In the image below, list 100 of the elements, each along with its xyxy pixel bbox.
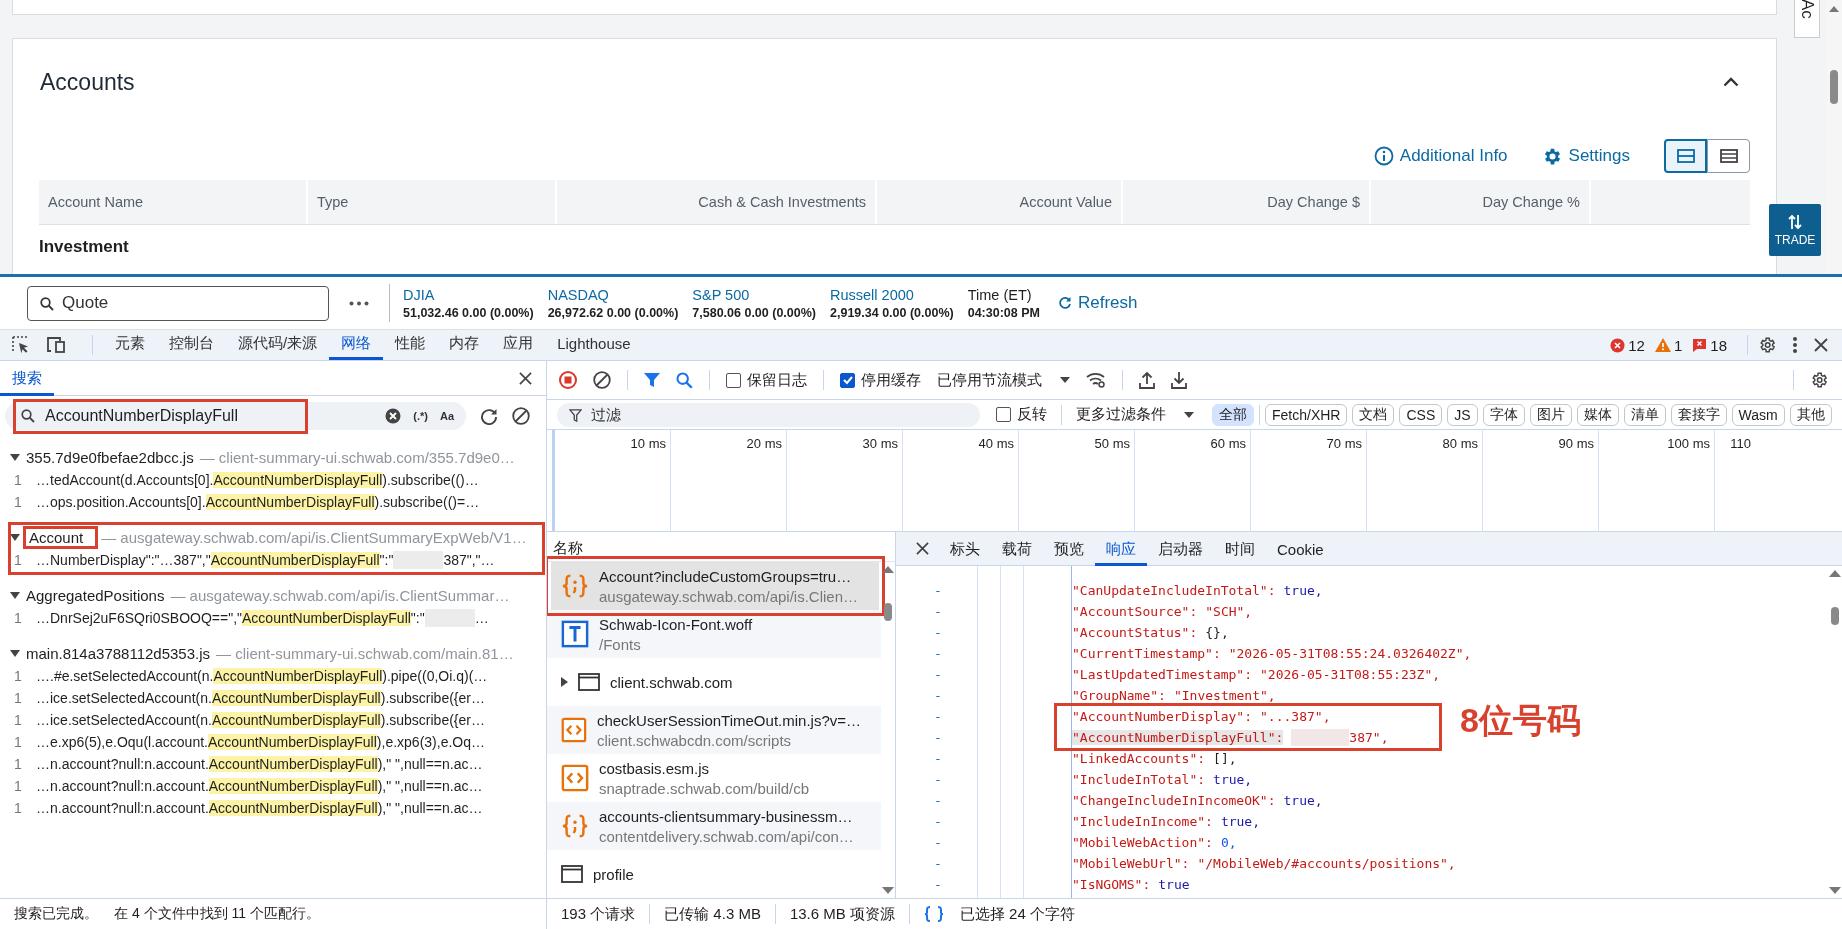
search-match-line[interactable]: 1 …e.xp6(5),e.Oqu(l.account.AccountNumberDisplayFull),e.xp6(3),e.Oq… <box>10 731 543 753</box>
detail-tab[interactable]: 载荷 <box>991 531 1043 566</box>
detail-tab[interactable]: 时间 <box>1214 531 1266 566</box>
close-icon[interactable] <box>1814 338 1828 352</box>
request-row[interactable]: Schwab-Icon-Font.woff /Fonts <box>547 610 881 658</box>
filter-icon[interactable] <box>644 372 660 388</box>
index-link[interactable]: NASDAQ <box>547 286 679 303</box>
type-filter-chip[interactable]: 字体 <box>1482 403 1525 426</box>
type-filter-chip[interactable]: 媒体 <box>1576 403 1619 426</box>
search-icon[interactable] <box>676 371 693 389</box>
more-filters-dropdown[interactable]: 更多过滤条件 <box>1076 405 1194 424</box>
match-case-toggle[interactable]: Aa <box>439 410 454 422</box>
request-row[interactable]: checkUserSessionTimeOut.min.js?v=… client.schwabcdn.com/scripts <box>547 706 881 754</box>
result-file-name[interactable]: Account <box>26 529 96 546</box>
column-header[interactable]: Account Value <box>877 180 1123 224</box>
filter-field[interactable]: 过滤 <box>557 402 980 427</box>
index-link[interactable]: DJIA <box>403 286 534 303</box>
quote-field[interactable]: Quote <box>27 285 329 321</box>
scroll-thumb[interactable] <box>1831 607 1839 625</box>
detail-tab[interactable]: 响应 <box>1095 531 1147 566</box>
refresh-button[interactable]: Refresh <box>1058 293 1138 313</box>
device-toggle-icon[interactable] <box>46 336 66 354</box>
toolbar-link[interactable]: Additional Info <box>1373 146 1508 166</box>
clear-icon[interactable] <box>385 408 402 424</box>
view-toggle[interactable] <box>1664 139 1707 173</box>
devtools-tab[interactable]: 性能 <box>383 330 438 360</box>
devtools-tab[interactable]: 元素 <box>103 330 157 360</box>
result-file-name[interactable]: main.814a3788112d5353.js <box>26 645 211 662</box>
chevron-up-icon[interactable] <box>1723 77 1739 87</box>
type-filter-chip[interactable]: Fetch/XHR <box>1265 403 1348 426</box>
search-match-line[interactable]: 1 …n.account?null:n.account.AccountNumberDisplayFull)," ",null==n.ac… <box>10 775 543 797</box>
type-filter-chip[interactable]: 图片 <box>1529 403 1572 426</box>
search-tab[interactable]: 搜索 <box>0 360 54 396</box>
disable-cache-checkbox[interactable]: 停用缓存 <box>840 370 921 390</box>
settings-icon[interactable] <box>1810 371 1828 389</box>
search-match-line[interactable]: 1 …ops.position.Accounts[0].AccountNumberDisplayFull).subscribe(()=… <box>10 491 543 513</box>
warning-count[interactable]: 1 <box>1654 336 1683 354</box>
block-icon[interactable] <box>512 407 530 425</box>
type-filter-chip[interactable]: 清单 <box>1623 403 1666 426</box>
expand-caret-icon[interactable] <box>10 534 20 541</box>
column-header[interactable]: 名称 <box>553 539 583 558</box>
regex-toggle[interactable]: (.*) <box>413 410 428 422</box>
type-filter-chip[interactable]: CSS <box>1399 403 1443 426</box>
column-header[interactable]: Cash & Cash Investments <box>557 180 877 224</box>
search-match-line[interactable]: 1 …n.account?null:n.account.AccountNumberDisplayFull)," ",null==n.ac… <box>10 797 543 819</box>
type-filter-chip[interactable]: 其他 <box>1789 403 1832 426</box>
devtools-tab[interactable]: 内存 <box>437 330 492 360</box>
trade-button[interactable]: TRADE <box>1769 204 1821 256</box>
scroll-down-icon[interactable] <box>1829 887 1841 894</box>
request-row[interactable]: accounts-clientsummary-businessm… contentdelivery.schwab.com/api/con… <box>547 802 881 850</box>
column-header[interactable]: Type <box>308 180 557 224</box>
refresh-icon[interactable] <box>480 407 498 425</box>
settings-icon[interactable] <box>1758 336 1776 354</box>
devtools-tab[interactable]: 应用 <box>491 330 546 360</box>
column-header[interactable]: Account Name <box>39 180 308 224</box>
expand-caret-icon[interactable] <box>10 650 20 657</box>
type-filter-chip[interactable]: 套接字 <box>1670 403 1727 426</box>
detail-tab[interactable]: 标头 <box>939 531 991 566</box>
index-link[interactable]: Russell 2000 <box>830 286 954 303</box>
type-filter-chip[interactable]: 文档 <box>1352 403 1395 426</box>
search-match-line[interactable]: 1 …tedAccount(d.Accounts[0].AccountNumberDisplayFull).subscribe(()… <box>10 469 543 491</box>
message-count[interactable]: 18 <box>1692 336 1727 354</box>
devtools-tab[interactable]: 网络 <box>329 330 384 360</box>
type-filter-chip[interactable]: 全部 <box>1212 403 1254 426</box>
scroll-thumb[interactable] <box>1830 70 1838 104</box>
scroll-up-icon[interactable] <box>882 566 894 573</box>
upload-icon[interactable] <box>1139 371 1155 389</box>
scroll-thumb[interactable] <box>884 603 892 621</box>
download-icon[interactable] <box>1171 371 1187 389</box>
more-icon[interactable] <box>349 300 369 306</box>
search-match-line[interactable]: 1 ….#e.setSelectedAccount(n.AccountNumberDisplayFull).pipe((0,Oi.q)(… <box>10 665 543 687</box>
braces-icon[interactable] <box>923 906 944 922</box>
view-toggle[interactable] <box>1707 139 1750 173</box>
detail-tab[interactable]: 启动器 <box>1147 531 1214 566</box>
result-file-name[interactable]: 355.7d9e0fbefae2dbcc.js <box>26 449 194 466</box>
expand-caret-icon[interactable] <box>10 454 20 461</box>
expand-caret-icon[interactable] <box>10 592 20 599</box>
search-match-line[interactable]: 1 …NumberDisplay":"…387","AccountNumberDisplayFull":" 387","… <box>10 549 543 571</box>
devtools-tab[interactable]: 控制台 <box>157 330 226 360</box>
wifi-settings-icon[interactable] <box>1086 372 1106 388</box>
column-header[interactable]: Day Change % <box>1371 180 1591 224</box>
error-count[interactable]: 12 <box>1610 336 1645 354</box>
clear-icon[interactable] <box>593 371 611 389</box>
scroll-up-icon[interactable] <box>1829 570 1841 577</box>
index-link[interactable]: S&P 500 <box>692 286 816 303</box>
throttle-dropdown[interactable]: 已停用节流模式 <box>937 370 1070 390</box>
type-filter-chip[interactable]: Wasm <box>1731 403 1785 426</box>
column-header[interactable]: Day Change $ <box>1123 180 1371 224</box>
devtools-tab[interactable]: 源代码/来源 <box>226 330 330 360</box>
close-icon[interactable] <box>519 371 532 385</box>
devtools-tab[interactable]: Lighthouse <box>545 330 643 360</box>
result-file-name[interactable]: AggregatedPositions <box>26 587 165 604</box>
type-filter-chip[interactable]: JS <box>1447 403 1478 426</box>
inspect-icon[interactable] <box>12 336 30 354</box>
more-options-icon[interactable] <box>1792 336 1798 354</box>
expand-caret-icon[interactable] <box>561 677 568 687</box>
search-match-line[interactable]: 1 …DnrSej2uF6SQri0SBOOQ==","AccountNumberDisplayFull":" … <box>10 607 543 629</box>
detail-tab[interactable]: 预览 <box>1043 531 1095 566</box>
invert-checkbox[interactable]: 反转 <box>996 405 1047 424</box>
search-match-line[interactable]: 1 …n.account?null:n.account.AccountNumberDisplayFull)," ",null==n.ac… <box>10 753 543 775</box>
